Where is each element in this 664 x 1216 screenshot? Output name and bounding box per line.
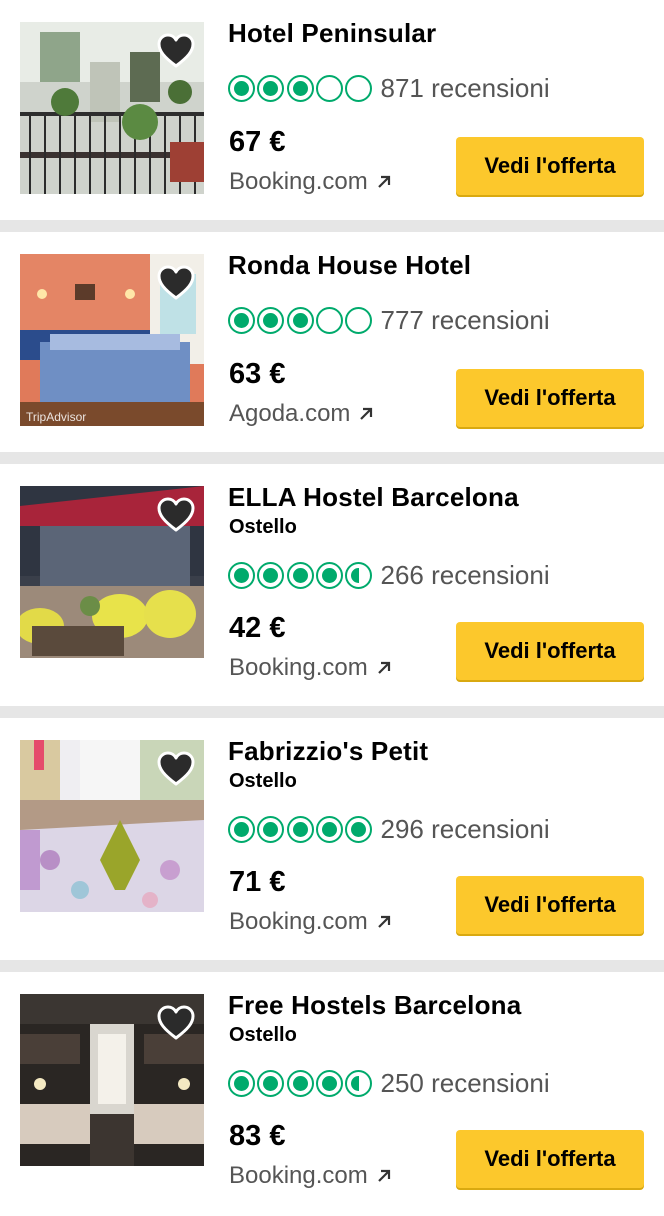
provider-link[interactable]: Booking.com	[229, 168, 392, 196]
hotel-name[interactable]: Fabrizzio's Petit	[228, 736, 428, 767]
rating-bubble-icon	[345, 815, 373, 843]
provider-name: Booking.com	[229, 908, 368, 935]
price: 42 €	[229, 612, 286, 644]
rating-row[interactable]: 871 recensioni	[228, 73, 550, 103]
rating-bubble-icon	[286, 1069, 314, 1097]
rating-bubble-icon	[345, 561, 373, 589]
external-arrow-icon	[377, 915, 390, 928]
price: 67 €	[229, 126, 286, 158]
property-type: Ostello	[229, 516, 297, 538]
heart-icon	[157, 265, 195, 300]
review-count[interactable]: 250 recensioni	[380, 1068, 549, 1099]
rating-bubbles	[228, 815, 374, 843]
save-heart-button[interactable]	[156, 1004, 196, 1042]
hotel-name[interactable]: Free Hostels Barcelona	[228, 990, 521, 1021]
rating-bubble-icon	[286, 74, 314, 102]
review-count[interactable]: 871 recensioni	[380, 73, 549, 104]
hotel-card[interactable]: Free Hostels Barcelona Ostello 250 recen…	[0, 972, 664, 1216]
rating-bubble-icon	[257, 306, 285, 334]
price: 83 €	[229, 1120, 286, 1152]
provider-name: Booking.com	[229, 168, 368, 195]
rating-bubble-icon	[286, 815, 314, 843]
rating-row[interactable]: 296 recensioni	[228, 814, 550, 844]
provider-name: Booking.com	[229, 1162, 368, 1189]
review-count[interactable]: 777 recensioni	[380, 305, 549, 336]
heart-icon	[157, 33, 195, 68]
rating-bubble-icon	[315, 306, 343, 334]
hotel-card[interactable]: ELLA Hostel Barcelona Ostello 266 recens…	[0, 464, 664, 716]
hotel-card[interactable]: Fabrizzio's Petit Ostello 296 recensioni…	[0, 718, 664, 970]
save-heart-button[interactable]	[156, 264, 196, 302]
rating-bubble-icon	[315, 561, 343, 589]
price: 71 €	[229, 866, 286, 898]
provider-link[interactable]: Booking.com	[229, 908, 392, 936]
provider-link[interactable]: Agoda.com	[229, 400, 374, 428]
review-count[interactable]: 296 recensioni	[380, 814, 549, 845]
view-offer-button[interactable]: Vedi l'offerta	[456, 1130, 644, 1188]
hotel-photo[interactable]	[20, 486, 204, 658]
external-arrow-icon	[377, 175, 390, 188]
heart-icon	[157, 751, 195, 786]
hotel-name[interactable]: Ronda House Hotel	[228, 250, 471, 281]
hotel-name[interactable]: Hotel Peninsular	[228, 18, 436, 49]
external-arrow-icon	[377, 1169, 390, 1182]
provider-link[interactable]: Booking.com	[229, 1162, 392, 1190]
rating-bubble-icon	[315, 815, 343, 843]
external-arrow-icon	[377, 661, 390, 674]
rating-bubbles	[228, 74, 374, 102]
hotel-photo[interactable]	[20, 740, 204, 912]
hotel-photo[interactable]	[20, 994, 204, 1166]
review-count[interactable]: 266 recensioni	[380, 560, 549, 591]
hotel-name[interactable]: ELLA Hostel Barcelona	[228, 482, 519, 513]
property-type: Ostello	[229, 770, 297, 792]
rating-bubble-icon	[257, 1069, 285, 1097]
card-divider	[0, 220, 664, 230]
rating-bubble-icon	[315, 74, 343, 102]
view-offer-button[interactable]: Vedi l'offerta	[456, 876, 644, 934]
rating-bubbles	[228, 1069, 374, 1097]
property-type: Ostello	[229, 1024, 297, 1046]
save-heart-button[interactable]	[156, 496, 196, 534]
hotel-list: Hotel Peninsular 871 recensioni 67 € Boo…	[0, 0, 664, 1216]
rating-bubble-icon	[286, 306, 314, 334]
rating-row[interactable]: 266 recensioni	[228, 560, 550, 590]
rating-bubble-icon	[315, 1069, 343, 1097]
rating-bubble-icon	[286, 561, 314, 589]
rating-bubble-icon	[228, 306, 255, 334]
provider-link[interactable]: Booking.com	[229, 654, 392, 682]
external-arrow-icon	[360, 407, 373, 420]
view-offer-button[interactable]: Vedi l'offerta	[456, 622, 644, 680]
view-offer-button[interactable]: Vedi l'offerta	[456, 137, 644, 195]
rating-bubble-icon	[228, 561, 255, 589]
rating-bubble-icon	[345, 306, 373, 334]
heart-icon	[157, 497, 195, 532]
rating-row[interactable]: 250 recensioni	[228, 1068, 550, 1098]
save-heart-button[interactable]	[156, 750, 196, 788]
provider-name: Agoda.com	[229, 400, 351, 427]
heart-icon	[157, 1005, 195, 1040]
card-divider	[0, 452, 664, 462]
rating-bubble-icon	[228, 815, 255, 843]
card-divider	[0, 960, 664, 970]
rating-bubble-icon	[228, 1069, 255, 1097]
rating-bubble-icon	[345, 1069, 373, 1097]
rating-bubble-icon	[345, 74, 373, 102]
hotel-photo[interactable]	[20, 22, 204, 194]
rating-bubbles	[228, 306, 374, 334]
provider-name: Booking.com	[229, 654, 368, 681]
rating-row[interactable]: 777 recensioni	[228, 305, 550, 335]
card-divider	[0, 706, 664, 716]
rating-bubble-icon	[257, 561, 285, 589]
rating-bubble-icon	[257, 815, 285, 843]
save-heart-button[interactable]	[156, 32, 196, 70]
rating-bubble-icon	[228, 74, 255, 102]
hotel-photo[interactable]: TripAdvisor	[20, 254, 204, 426]
photo-watermark: TripAdvisor	[26, 410, 87, 424]
hotel-card[interactable]: Hotel Peninsular 871 recensioni 67 € Boo…	[0, 0, 664, 230]
rating-bubble-icon	[257, 74, 285, 102]
rating-bubbles	[228, 561, 374, 589]
hotel-card[interactable]: TripAdvisor Ronda House Hotel 777 recens…	[0, 232, 664, 462]
price: 63 €	[229, 358, 286, 390]
view-offer-button[interactable]: Vedi l'offerta	[456, 369, 644, 427]
